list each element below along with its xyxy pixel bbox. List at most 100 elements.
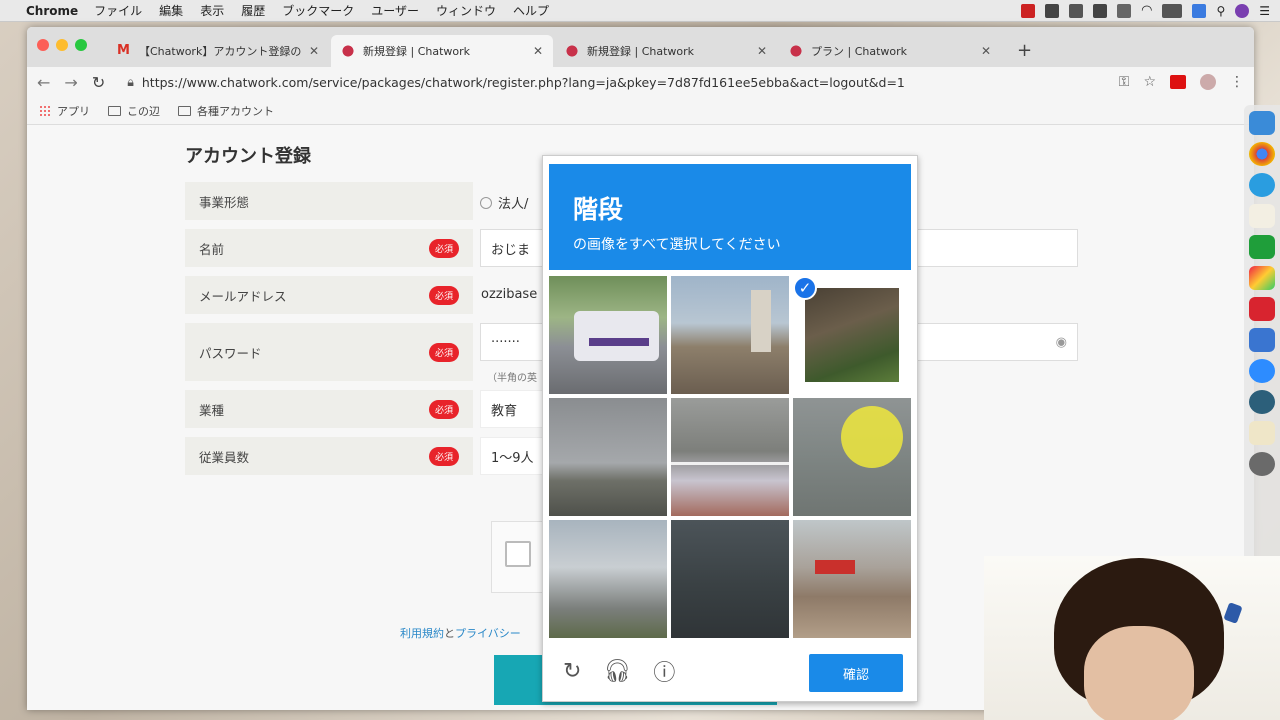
browser-toolbar: ← → ↻ 🔒︎ https://www.chatwork.com/servic…	[27, 67, 1254, 97]
tab-register[interactable]: 新規登録 | Chatwork ✕	[555, 35, 777, 67]
required-badge: 必須	[428, 285, 459, 305]
menu-view[interactable]: 表示	[200, 2, 224, 19]
lock-icon: 🔒︎	[127, 74, 134, 89]
key-icon[interactable]: ⚿	[1119, 74, 1130, 90]
radio-label: 法人/	[498, 197, 529, 212]
bookmark-folder-1[interactable]: この辺	[108, 103, 160, 119]
audio-challenge-icon[interactable]: 🎧︎	[603, 659, 631, 684]
menu-user[interactable]: ユーザー	[371, 2, 419, 19]
appstore-icon[interactable]	[1249, 173, 1275, 197]
folder-icon	[108, 105, 121, 116]
background-object	[1223, 602, 1243, 624]
zoom-window-button[interactable]	[75, 39, 87, 51]
chatwork-icon	[789, 44, 803, 58]
menu-window[interactable]: ウィンドウ	[436, 2, 496, 19]
business-type-radio[interactable]: 法人/	[480, 193, 528, 212]
menu-app-name[interactable]: Chrome	[26, 4, 78, 18]
field-label: パスワード	[199, 345, 262, 361]
bookmark-folder-2[interactable]: 各種アカウント	[178, 103, 274, 119]
challenge-tile[interactable]	[549, 398, 667, 516]
menu-edit[interactable]: 編集	[159, 2, 183, 19]
row-industry: 業種 必須	[185, 390, 473, 428]
terms-text: 利用規約とプライバシー	[400, 625, 521, 641]
tab-register-active[interactable]: 新規登録 | Chatwork ✕	[331, 35, 553, 67]
system-preferences-icon[interactable]	[1249, 452, 1275, 476]
tab-close-icon[interactable]: ✕	[757, 44, 767, 58]
challenge-tile[interactable]	[793, 520, 911, 638]
junk-shape	[815, 560, 855, 574]
input-source-icon[interactable]	[1192, 3, 1207, 18]
challenge-tile[interactable]	[671, 276, 789, 394]
notification-center-icon[interactable]: ☰	[1259, 4, 1270, 18]
tab-close-icon[interactable]: ✕	[533, 44, 543, 58]
address-bar[interactable]: 🔒︎ https://www.chatwork.com/service/pack…	[119, 70, 1105, 94]
bookmark-label: 各種アカウント	[197, 104, 274, 118]
xmind-icon[interactable]	[1249, 297, 1275, 321]
bookmark-apps[interactable]: アプリ	[39, 103, 90, 119]
menu-file[interactable]: ファイル	[94, 2, 142, 19]
chrome-menu-icon[interactable]: ⋮	[1230, 74, 1244, 90]
bus-shape	[574, 311, 659, 361]
textedit-icon[interactable]	[1249, 421, 1275, 445]
dropbox-icon[interactable]	[1045, 3, 1060, 18]
menu-help[interactable]: ヘルプ	[513, 2, 549, 19]
reload-challenge-icon[interactable]: ↻	[563, 659, 581, 684]
photos-icon[interactable]	[1249, 266, 1275, 290]
tray-app-icon[interactable]	[1021, 3, 1036, 18]
menu-bookmarks[interactable]: ブックマーク	[282, 2, 354, 19]
row-name: 名前 必須	[185, 229, 473, 267]
back-arrow-icon[interactable]: ←	[37, 73, 50, 92]
email-value: ozzibase	[481, 287, 538, 302]
forward-arrow-icon[interactable]: →	[64, 73, 77, 92]
extension-icon[interactable]	[1170, 75, 1186, 89]
downloads-icon[interactable]	[1249, 328, 1275, 352]
challenge-tile[interactable]	[549, 520, 667, 638]
tab-plan[interactable]: プラン | Chatwork ✕	[779, 35, 1001, 67]
tray-display-icon[interactable]	[1162, 3, 1183, 18]
privacy-link[interactable]: プライバシー	[455, 627, 521, 640]
tray-arrow-icon[interactable]	[1069, 3, 1084, 18]
tab-close-icon[interactable]: ✕	[309, 44, 319, 58]
recaptcha-checkbox[interactable]	[505, 541, 531, 567]
required-badge: 必須	[428, 342, 459, 362]
notes-icon[interactable]	[1249, 204, 1275, 228]
profile-avatar[interactable]	[1200, 74, 1216, 90]
finder-icon[interactable]	[1249, 111, 1275, 135]
challenge-tile[interactable]	[671, 520, 789, 638]
tab-close-icon[interactable]: ✕	[981, 44, 991, 58]
info-icon[interactable]: ⓘ	[653, 655, 675, 687]
bookmark-label: この辺	[127, 104, 160, 118]
terms-link[interactable]: 利用規約	[400, 627, 444, 640]
challenge-tile-selected[interactable]: ✓	[793, 276, 911, 394]
minimize-window-button[interactable]	[56, 39, 68, 51]
spotlight-search-icon[interactable]: ⚲	[1216, 4, 1225, 18]
show-password-icon[interactable]: ◉	[1056, 335, 1067, 350]
radio-icon	[480, 197, 492, 209]
chatwork-icon	[341, 44, 355, 58]
industry-select[interactable]: 教育	[480, 390, 550, 428]
bookmark-star-icon[interactable]: ☆	[1143, 74, 1156, 90]
menu-history[interactable]: 履歴	[241, 2, 265, 19]
chrome-icon[interactable]	[1249, 142, 1275, 166]
zoom-icon[interactable]	[1249, 359, 1275, 383]
challenge-tile[interactable]	[793, 398, 911, 516]
camtasia-icon[interactable]	[1249, 235, 1275, 259]
tab-title: プラン | Chatwork	[811, 45, 908, 58]
tab-gmail[interactable]: M 【Chatwork】アカウント登録のご ✕	[107, 35, 329, 67]
required-badge: 必須	[428, 446, 459, 466]
siri-icon[interactable]	[1235, 3, 1250, 18]
new-tab-button[interactable]: +	[1017, 40, 1032, 61]
employees-select[interactable]: 1〜9人	[480, 437, 550, 475]
field-label: 業種	[199, 402, 225, 418]
reload-icon[interactable]: ↻	[92, 73, 105, 92]
quicktime-icon[interactable]	[1249, 390, 1275, 414]
wifi-icon[interactable]: ◠	[1141, 3, 1152, 18]
verify-button[interactable]: 確認	[809, 654, 903, 692]
tab-title: 新規登録 | Chatwork	[363, 45, 471, 58]
input-value: ·······	[491, 334, 520, 350]
challenge-tile[interactable]	[549, 276, 667, 394]
challenge-tile[interactable]	[671, 398, 789, 516]
close-window-button[interactable]	[37, 39, 49, 51]
tray-battery-icon[interactable]	[1117, 3, 1132, 18]
tray-flag-icon[interactable]	[1093, 3, 1108, 18]
